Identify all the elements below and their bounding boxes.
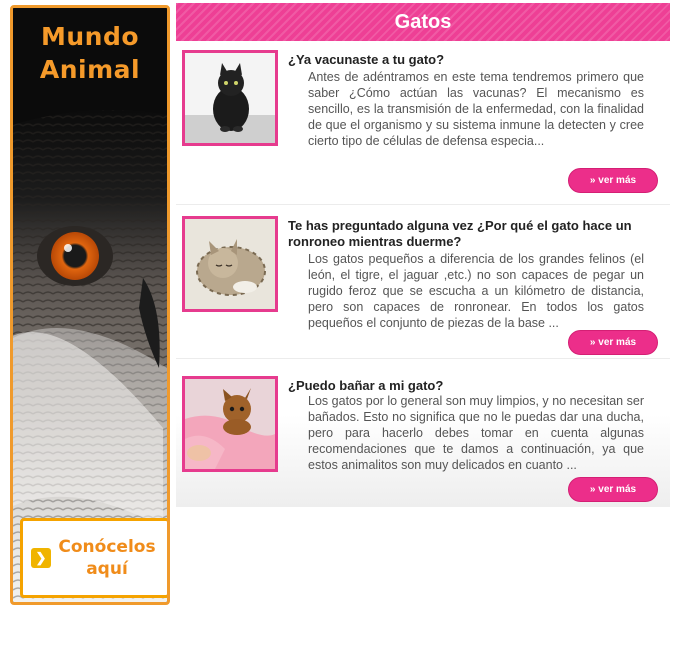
article-list: ¿Ya vacunaste a tu gato? Antes de adéntr… [176,45,670,507]
cta-label: Conócelos aquí [57,536,157,580]
article-excerpt: Los gatos por lo general son muy limpios… [308,394,644,472]
owl-photo [13,8,167,602]
list-item: ¿Ya vacunaste a tu gato? Antes de adéntr… [176,45,670,205]
cta-label-line1: Conócelos [58,537,156,557]
article-thumbnail[interactable] [182,50,278,146]
article-title[interactable]: ¿Ya vacunaste a tu gato? [288,52,658,68]
chevron-right-icon: ❯ [31,548,51,568]
list-item: Te has preguntado alguna vez ¿Por qué el… [176,211,670,359]
ver-mas-button[interactable]: » ver más [568,477,658,502]
ver-mas-button[interactable]: » ver más [568,330,658,355]
black-kitten-image [185,53,275,143]
ver-mas-button[interactable]: » ver más [568,168,658,193]
article-thumbnail[interactable] [182,376,278,472]
kitten-towel-image [185,379,275,469]
mundo-animal-banner[interactable]: Mundo Animal ❯ Conócelos aquí [10,5,170,605]
article-title[interactable]: ¿Puedo bañar a mi gato? [288,378,658,394]
cta-label-line2: aquí [86,559,128,579]
article-title[interactable]: Te has preguntado alguna vez ¿Por qué el… [288,218,658,250]
article-thumbnail[interactable] [182,216,278,312]
section-title: Gatos [394,10,452,33]
list-item: ¿Puedo bañar a mi gato? Los gatos por lo… [176,371,670,507]
banner-title-line1: Mundo [40,22,140,51]
sleeping-kitten-image [185,219,275,309]
section-header: Gatos [176,3,670,41]
banner-title-line2: Animal [39,55,141,84]
conocelos-button[interactable]: ❯ Conócelos aquí [20,518,167,598]
article-excerpt: Los gatos pequeños a diferencia de los g… [308,252,644,330]
article-excerpt: Antes de adéntramos en este tema tendrem… [308,70,644,148]
banner-title: Mundo Animal [13,20,167,86]
